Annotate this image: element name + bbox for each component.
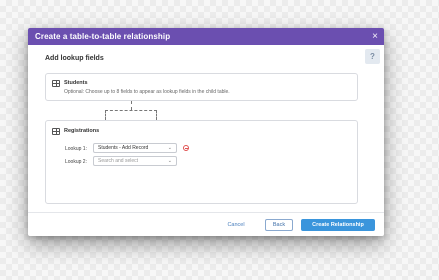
chevron-down-icon: ⌄ [167, 145, 172, 151]
create-relationship-button[interactable]: Create Relationship [301, 219, 375, 231]
lookup-1-value: Students - Add Record [98, 145, 149, 151]
relationship-connector [131, 101, 132, 110]
chevron-down-icon: ⌄ [167, 158, 172, 164]
table-icon [52, 128, 60, 135]
registrations-table-name: Registrations [64, 128, 100, 134]
lookup-2-select[interactable]: Search and select ⌄ [93, 156, 177, 166]
relationship-connector-branch [105, 110, 157, 120]
lookup-2-label: Lookup 2: [65, 159, 87, 165]
table-icon [52, 80, 60, 87]
dialog-footer: Cancel Back Create Relationship [28, 212, 384, 236]
students-description: Optional: Choose up to 8 fields to appea… [64, 89, 230, 95]
students-table-name: Students [64, 80, 88, 86]
dialog-titlebar: Create a table-to-table relationship × [28, 28, 384, 45]
registrations-table-panel: Registrations Lookup 1: Students - Add R… [45, 120, 358, 204]
back-button[interactable]: Back [265, 219, 293, 231]
cancel-button[interactable]: Cancel [224, 219, 248, 231]
relationship-dialog: Create a table-to-table relationship × ?… [28, 28, 384, 236]
lookup-1-label: Lookup 1: [65, 146, 87, 152]
help-icon[interactable]: ? [365, 49, 380, 64]
students-table-panel: Students Optional: Choose up to 8 fields… [45, 73, 358, 101]
close-icon[interactable]: × [372, 31, 378, 42]
lookup-1-select[interactable]: Students - Add Record ⌄ [93, 143, 177, 153]
remove-lookup-icon[interactable] [183, 145, 189, 151]
section-title: Add lookup fields [45, 55, 104, 62]
dialog-title: Create a table-to-table relationship [35, 32, 171, 41]
lookup-2-placeholder: Search and select [98, 158, 139, 164]
